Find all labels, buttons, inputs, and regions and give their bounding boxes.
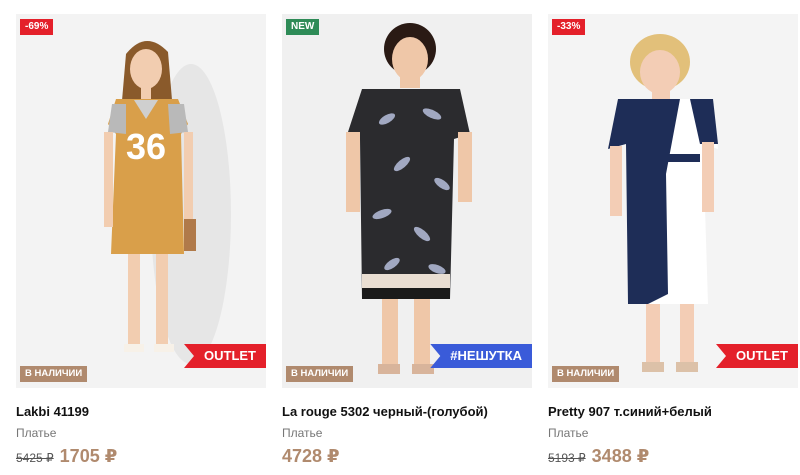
product-card[interactable]: 36 -69% OUTLET В НАЛИЧИИ Lakbi 41199 Пла…: [16, 14, 266, 469]
current-price: 3488 ₽: [591, 446, 650, 466]
price-block: 4728 ₽: [282, 446, 340, 467]
product-photo-illustration: 36: [16, 14, 266, 388]
product-title[interactable]: Lakbi 41199: [16, 404, 89, 419]
in-stock-badge: В НАЛИЧИИ: [286, 366, 354, 382]
product-image[interactable]: -33% OUTLET В НАЛИЧИИ: [548, 14, 798, 388]
jersey-number: 36: [126, 126, 166, 167]
product-image[interactable]: 36 -69% OUTLET В НАЛИЧИИ: [16, 14, 266, 388]
discount-badge: -69%: [20, 19, 54, 35]
price-block: 5425 ₽ 1705 ₽: [16, 446, 117, 467]
old-price: 5193 ₽: [548, 451, 586, 465]
product-photo-illustration: [548, 14, 798, 388]
product-category: Платье: [548, 426, 589, 440]
old-price: 5425 ₽: [16, 451, 54, 465]
outlet-ribbon: OUTLET: [716, 344, 798, 368]
product-image[interactable]: NEW #НЕШУТКА В НАЛИЧИИ: [282, 14, 532, 388]
discount-badge: -33%: [552, 19, 586, 35]
product-category: Платье: [282, 426, 323, 440]
current-price: 4728 ₽: [282, 446, 340, 466]
current-price: 1705 ₽: [59, 446, 118, 466]
product-photo-illustration: [282, 14, 532, 388]
price-block: 5193 ₽ 3488 ₽: [548, 446, 649, 467]
product-category: Платье: [16, 426, 57, 440]
in-stock-badge: В НАЛИЧИИ: [20, 366, 88, 382]
product-grid: 36 -69% OUTLET В НАЛИЧИИ Lakbi 41199 Пла…: [0, 0, 800, 475]
in-stock-badge: В НАЛИЧИИ: [552, 366, 620, 382]
product-title[interactable]: Pretty 907 т.синий+белый: [548, 404, 712, 419]
product-card[interactable]: -33% OUTLET В НАЛИЧИИ Pretty 907 т.синий…: [548, 14, 798, 469]
product-title[interactable]: La rouge 5302 черный-(голубой): [282, 404, 488, 419]
new-badge: NEW: [286, 19, 320, 35]
outlet-ribbon: OUTLET: [184, 344, 266, 368]
product-card[interactable]: NEW #НЕШУТКА В НАЛИЧИИ La rouge 5302 чер…: [282, 14, 532, 469]
promo-tag-ribbon: #НЕШУТКА: [430, 344, 532, 368]
